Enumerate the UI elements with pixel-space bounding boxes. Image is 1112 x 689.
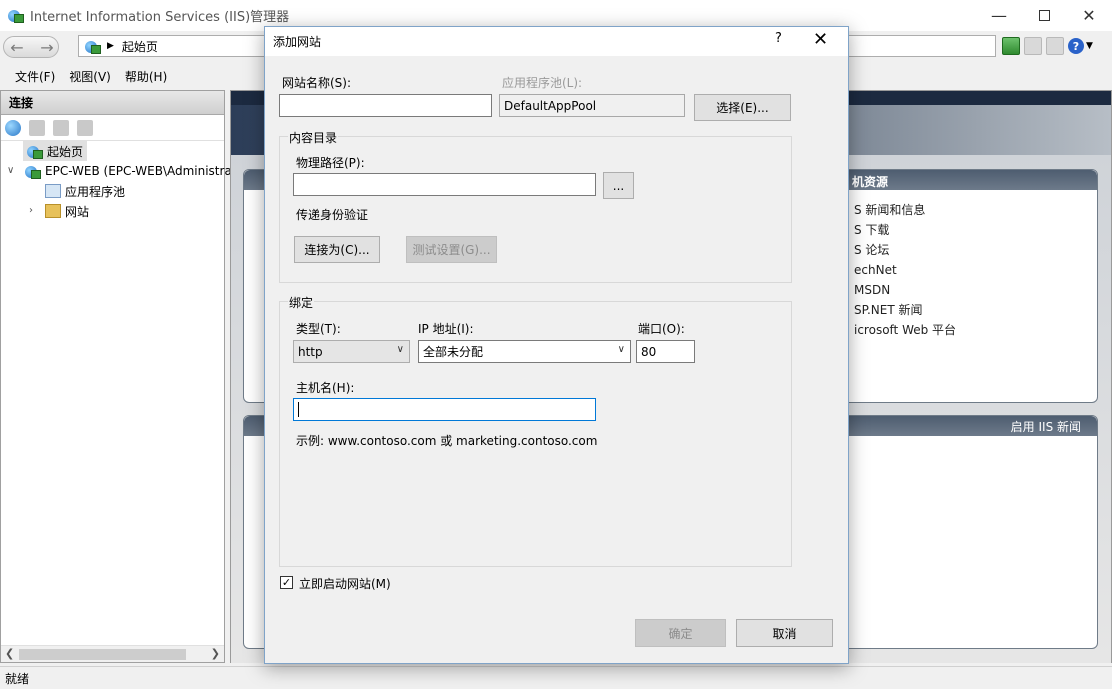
home-icon[interactable] bbox=[1046, 37, 1064, 55]
resources-list: S 新闻和信息 S 下载 S 论坛 echNet MSDN SP.NET 新闻 … bbox=[854, 200, 956, 340]
maximize-icon bbox=[1038, 10, 1050, 21]
connections-tree: 起始页 ∨ EPC-WEB (EPC-WEB\Administrator) 应用… bbox=[1, 141, 253, 219]
port-input[interactable]: 80 bbox=[636, 340, 695, 363]
checkmark-icon: ✓ bbox=[281, 576, 292, 589]
maximize-button[interactable] bbox=[1021, 0, 1067, 31]
content-directory-legend: 内容目录 bbox=[288, 129, 339, 146]
app-pool-field: DefaultAppPool bbox=[499, 94, 685, 117]
start-now-checkbox[interactable]: ✓ bbox=[280, 576, 293, 589]
resource-link[interactable]: S 下载 bbox=[854, 220, 956, 240]
tree-item-label: EPC-WEB (EPC-WEB\Administrator) bbox=[45, 164, 254, 178]
start-now-label[interactable]: 立即启动网站(M) bbox=[299, 575, 391, 592]
resource-link[interactable]: SP.NET 新闻 bbox=[854, 300, 956, 320]
ip-address-label: IP 地址(I): bbox=[418, 322, 474, 336]
resources-title: 机资源 bbox=[852, 175, 889, 189]
resource-link[interactable]: icrosoft Web 平台 bbox=[854, 320, 956, 340]
site-name-label: 网站名称(S): bbox=[282, 76, 352, 90]
physical-path-input[interactable] bbox=[293, 173, 596, 196]
select-app-pool-button[interactable]: 选择(E)... bbox=[694, 94, 791, 121]
window-title: Internet Information Services (IIS)管理器 bbox=[30, 10, 290, 25]
connect-icon[interactable] bbox=[5, 119, 21, 136]
tree-item-app-pools[interactable]: 应用程序池 bbox=[45, 181, 125, 201]
connections-toolbar bbox=[1, 115, 224, 141]
resource-link[interactable]: S 新闻和信息 bbox=[854, 200, 956, 220]
add-website-dialog: 添加网站 ? ✕ 网站名称(S): 应用程序池(L): DefaultAppPo… bbox=[264, 26, 849, 664]
tree-item-server[interactable]: EPC-WEB (EPC-WEB\Administrator) bbox=[25, 161, 253, 181]
stop-icon[interactable] bbox=[1024, 37, 1042, 55]
connect-as-button[interactable]: 连接为(C)... bbox=[294, 236, 380, 263]
up-icon[interactable] bbox=[53, 119, 69, 136]
binding-legend: 绑定 bbox=[288, 294, 315, 311]
dialog-titlebar: 添加网站 ? ✕ bbox=[265, 27, 848, 56]
status-text: 就绪 bbox=[5, 671, 30, 686]
physical-path-label: 物理路径(P): bbox=[296, 156, 365, 170]
test-settings-button[interactable]: 测试设置(G)... bbox=[406, 236, 497, 263]
breadcrumb-arrow-icon[interactable]: ▶ bbox=[107, 41, 114, 51]
port-label: 端口(O): bbox=[638, 322, 685, 336]
sites-folder-icon bbox=[45, 204, 61, 218]
app-pool-label: 应用程序池(L): bbox=[502, 76, 583, 90]
minimize-button[interactable]: — bbox=[976, 0, 1022, 31]
host-name-example: 示例: www.contoso.com 或 marketing.contoso.… bbox=[296, 434, 598, 448]
host-name-label: 主机名(H): bbox=[296, 381, 355, 395]
refresh-icon[interactable] bbox=[1002, 37, 1020, 55]
tree-item-label: 网站 bbox=[65, 204, 90, 219]
host-name-input[interactable] bbox=[293, 398, 596, 421]
tree-collapse-icon[interactable]: ∨ bbox=[7, 165, 14, 176]
resource-link[interactable]: echNet bbox=[854, 260, 956, 280]
help-icon: ? bbox=[1068, 38, 1084, 54]
scrollbar-thumb[interactable] bbox=[19, 649, 186, 660]
tree-item-sites[interactable]: 网站 bbox=[45, 201, 89, 221]
ip-address-select[interactable]: 全部未分配 ∨ bbox=[418, 340, 631, 363]
disconnect-icon[interactable] bbox=[77, 119, 93, 136]
dialog-help-button[interactable]: ? bbox=[775, 31, 782, 46]
arrow-right-icon: → bbox=[40, 37, 54, 57]
app-pool-icon bbox=[45, 184, 61, 198]
save-icon[interactable] bbox=[29, 119, 45, 136]
chevron-down-icon: ∨ bbox=[396, 344, 404, 355]
back-button[interactable]: ← bbox=[6, 37, 28, 57]
enable-news-link[interactable]: 启用 IIS 新闻 bbox=[1011, 418, 1081, 435]
forward-button[interactable]: → bbox=[36, 37, 58, 57]
site-name-input[interactable] bbox=[279, 94, 492, 117]
ok-button[interactable]: 确定 bbox=[635, 619, 726, 647]
type-select[interactable]: http ∨ bbox=[293, 340, 410, 363]
resource-link[interactable]: S 论坛 bbox=[854, 240, 956, 260]
type-label: 类型(T): bbox=[296, 322, 341, 336]
pass-through-auth-label: 传递身份验证 bbox=[296, 208, 369, 222]
close-icon: ✕ bbox=[813, 29, 829, 50]
tree-item-start-page[interactable]: 起始页 bbox=[23, 141, 88, 161]
menu-view[interactable]: 视图(V) bbox=[62, 68, 118, 85]
text-caret bbox=[298, 402, 299, 417]
connections-pane: 连接 起始页 ∨ EPC-WEB (EPC-WEB\Administrator)… bbox=[0, 90, 253, 663]
iis-app-icon bbox=[8, 8, 24, 24]
scroll-right-icon[interactable]: ❯ bbox=[211, 647, 220, 660]
help-menu-button[interactable]: ? ▼ bbox=[1068, 37, 1094, 55]
dialog-title: 添加网站 bbox=[273, 35, 322, 49]
status-bar: 就绪 bbox=[0, 666, 1112, 689]
server-icon bbox=[25, 164, 41, 179]
connections-header: 连接 bbox=[1, 91, 224, 115]
address-text: 起始页 bbox=[121, 39, 158, 54]
close-window-button[interactable]: ✕ bbox=[1066, 0, 1112, 31]
browse-path-button[interactable]: ... bbox=[603, 172, 634, 199]
resource-link[interactable]: MSDN bbox=[854, 280, 956, 300]
tree-item-label: 应用程序池 bbox=[65, 184, 126, 199]
iis-small-icon bbox=[85, 39, 101, 54]
arrow-left-icon: ← bbox=[10, 37, 24, 57]
menu-help[interactable]: 帮助(H) bbox=[118, 68, 174, 85]
navbar-toolbar: ? ▼ bbox=[1002, 37, 1094, 55]
chevron-down-icon: ∨ bbox=[617, 344, 625, 355]
scroll-left-icon[interactable]: ❮ bbox=[5, 647, 14, 660]
chevron-down-icon: ▼ bbox=[1086, 41, 1093, 51]
cancel-button[interactable]: 取消 bbox=[736, 619, 833, 647]
dialog-close-button[interactable]: ✕ bbox=[813, 29, 828, 50]
connections-horizontal-scrollbar[interactable]: ❮ ❯ bbox=[1, 645, 224, 662]
tree-expand-icon[interactable]: › bbox=[29, 205, 33, 216]
tree-item-label: 起始页 bbox=[47, 144, 84, 159]
menu-file[interactable]: 文件(F) bbox=[8, 68, 62, 85]
start-page-icon bbox=[27, 144, 43, 159]
